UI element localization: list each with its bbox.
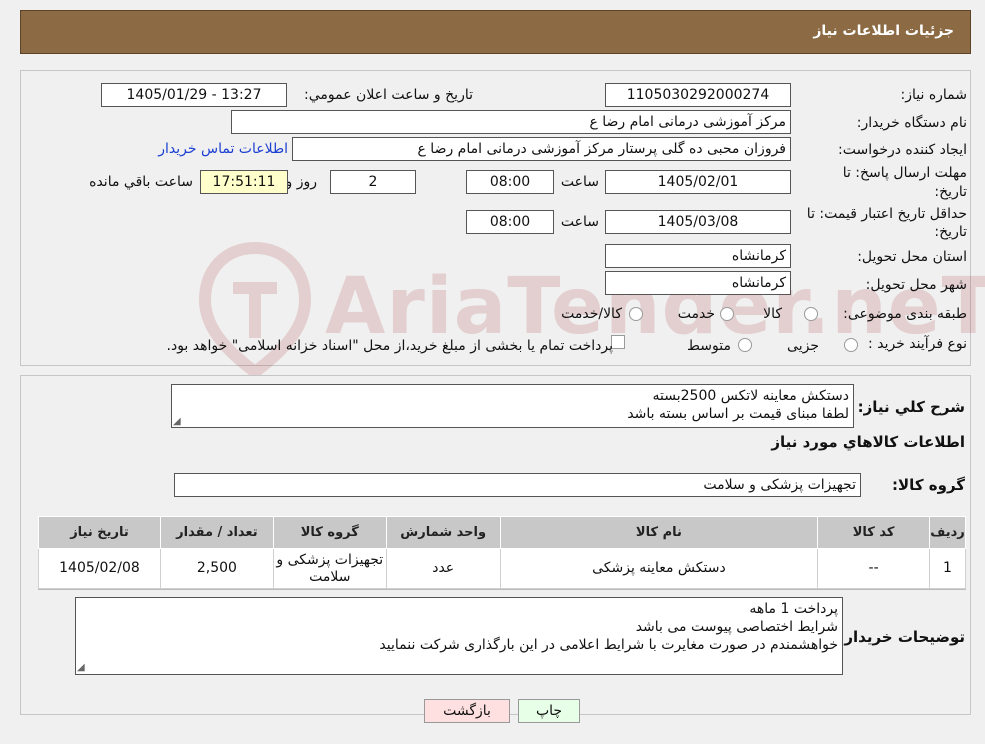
process-label: نوع فرآیند خرید : bbox=[868, 336, 967, 352]
process-minor-radio[interactable] bbox=[844, 338, 858, 352]
validity-time-label: ساعت bbox=[560, 214, 599, 230]
buyer-notes-label: توضیحات خریدار: bbox=[838, 628, 965, 646]
deadline-date-field: 1405/02/01 bbox=[605, 170, 791, 194]
summary-label: شرح کلي نياز: bbox=[857, 398, 965, 416]
announce-label: تاریخ و ساعت اعلان عمومي: bbox=[304, 87, 473, 103]
deadline-label-date: تاریخ: bbox=[934, 184, 967, 200]
cell-goods-code: -- bbox=[817, 548, 931, 589]
remaining-time-field: 17:51:11 bbox=[200, 170, 288, 194]
announce-datetime-field: 1405/01/29 - 13:27 bbox=[101, 83, 287, 107]
col-quantity: تعداد / مقدار bbox=[159, 516, 274, 549]
city-label: شهر محل تحویل: bbox=[865, 277, 967, 293]
category-service-radio[interactable] bbox=[720, 307, 734, 321]
goods-group-field: تجهیزات پزشکی و سلامت bbox=[174, 473, 861, 497]
page-header: جزئیات اطلاعات نیاز bbox=[20, 10, 971, 54]
process-note: پرداخت تمام یا بخشی از مبلغ خرید،از محل … bbox=[166, 338, 613, 354]
goods-section-title: اطلاعات کالاهاي مورد نياز bbox=[771, 433, 965, 451]
province-label: استان محل تحویل: bbox=[857, 249, 967, 265]
col-row-no: ردیف bbox=[929, 516, 966, 549]
category-label: طبقه بندی موضوعی: bbox=[843, 306, 967, 322]
creator-field: فروزان محبی ده گلی پرستار مرکز آموزشی در… bbox=[292, 137, 791, 161]
process-medium-radio[interactable] bbox=[738, 338, 752, 352]
need-number-field: 1105030292000274 bbox=[605, 83, 791, 107]
category-goods-service-label: کالا/خدمت bbox=[561, 306, 622, 322]
col-goods-group: گروه کالا bbox=[272, 516, 387, 549]
summary-line-1: دستکش معاینه لاتکس 2500بسته bbox=[652, 388, 850, 404]
table-header-row: ردیف کد کالا نام کالا واحد شمارش گروه کا… bbox=[38, 516, 966, 549]
validity-date-field: 1405/03/08 bbox=[605, 210, 791, 234]
buyer-org-label: نام دستگاه خریدار: bbox=[856, 115, 967, 131]
need-number-label: شماره نیاز: bbox=[900, 87, 968, 103]
goods-table: ردیف کد کالا نام کالا واحد شمارش گروه کا… bbox=[38, 516, 966, 589]
deadline-time-field: 08:00 bbox=[466, 170, 554, 194]
days-label: روز و bbox=[285, 174, 318, 190]
treasury-checkbox[interactable] bbox=[611, 335, 625, 349]
goods-group-label: گروه کالا: bbox=[892, 476, 965, 494]
validity-label: حداقل تاریخ اعتبار قیمت: تا bbox=[806, 206, 967, 222]
page-title: جزئیات اطلاعات نیاز bbox=[813, 23, 954, 39]
cell-row-no: 1 bbox=[929, 548, 966, 589]
cell-need-date: 1405/02/08 bbox=[38, 548, 161, 589]
buyer-notes-line-1: پرداخت 1 ماهه bbox=[749, 601, 838, 617]
cell-goods-group: تجهیزات پزشکی و سلامت bbox=[272, 548, 387, 589]
summary-textarea: دستکش معاینه لاتکس 2500بسته لطفا مبنای ق… bbox=[171, 384, 854, 428]
process-minor-label: جزیی bbox=[787, 338, 819, 354]
province-field: کرمانشاه bbox=[605, 244, 791, 268]
summary-resize-icon[interactable]: ◢ bbox=[173, 417, 183, 427]
city-field: کرمانشاه bbox=[605, 271, 791, 295]
process-medium-label: متوسط bbox=[687, 338, 731, 354]
print-button[interactable]: چاپ bbox=[518, 699, 580, 723]
buyer-notes-line-2: شرایط اختصاصی پیوست می باشد bbox=[635, 619, 838, 635]
remaining-label: ساعت باقي مانده bbox=[89, 174, 193, 190]
table-row: 1 -- دستکش معاینه پزشکی عدد تجهیزات پزشک… bbox=[38, 548, 966, 589]
remaining-days-field: 2 bbox=[330, 170, 416, 194]
cell-quantity: 2,500 bbox=[159, 548, 274, 589]
buyer-org-field: مرکز آموزشی درمانی امام رضا ع bbox=[231, 110, 791, 134]
category-goods-radio[interactable] bbox=[804, 307, 818, 321]
category-goods-label: کالا bbox=[763, 306, 782, 322]
validity-time-field: 08:00 bbox=[466, 210, 554, 234]
creator-label: ایجاد کننده درخواست: bbox=[838, 142, 967, 158]
buyer-notes-textarea: پرداخت 1 ماهه شرایط اختصاصی پیوست می باش… bbox=[75, 597, 843, 675]
buyer-contact-link[interactable]: اطلاعات تماس خريدار bbox=[158, 141, 288, 157]
category-goods-service-radio[interactable] bbox=[629, 307, 643, 321]
buyer-notes-resize-icon[interactable]: ◢ bbox=[77, 663, 87, 673]
summary-line-2: لطفا مبنای قیمت بر اساس بسته باشد bbox=[627, 406, 849, 422]
deadline-label: مهلت ارسال پاسخ: تا bbox=[842, 165, 967, 181]
col-need-date: تاریخ نیاز bbox=[38, 516, 161, 549]
cell-goods-name: دستکش معاینه پزشکی bbox=[499, 548, 819, 589]
category-service-label: خدمت bbox=[677, 306, 715, 322]
buyer-contact-link-text[interactable]: اطلاعات تماس خريدار bbox=[158, 141, 288, 157]
back-button[interactable]: بازگشت bbox=[424, 699, 510, 723]
col-unit: واحد شمارش bbox=[385, 516, 501, 549]
cell-unit: عدد bbox=[385, 548, 501, 589]
col-goods-name: نام کالا bbox=[499, 516, 819, 549]
col-goods-code: کد کالا bbox=[817, 516, 931, 549]
deadline-time-label: ساعت bbox=[560, 174, 599, 190]
validity-label-date: تاریخ: bbox=[934, 224, 967, 240]
buyer-notes-line-3: خواهشمندم در صورت مغایرت با شرایط اعلامی… bbox=[379, 637, 838, 653]
